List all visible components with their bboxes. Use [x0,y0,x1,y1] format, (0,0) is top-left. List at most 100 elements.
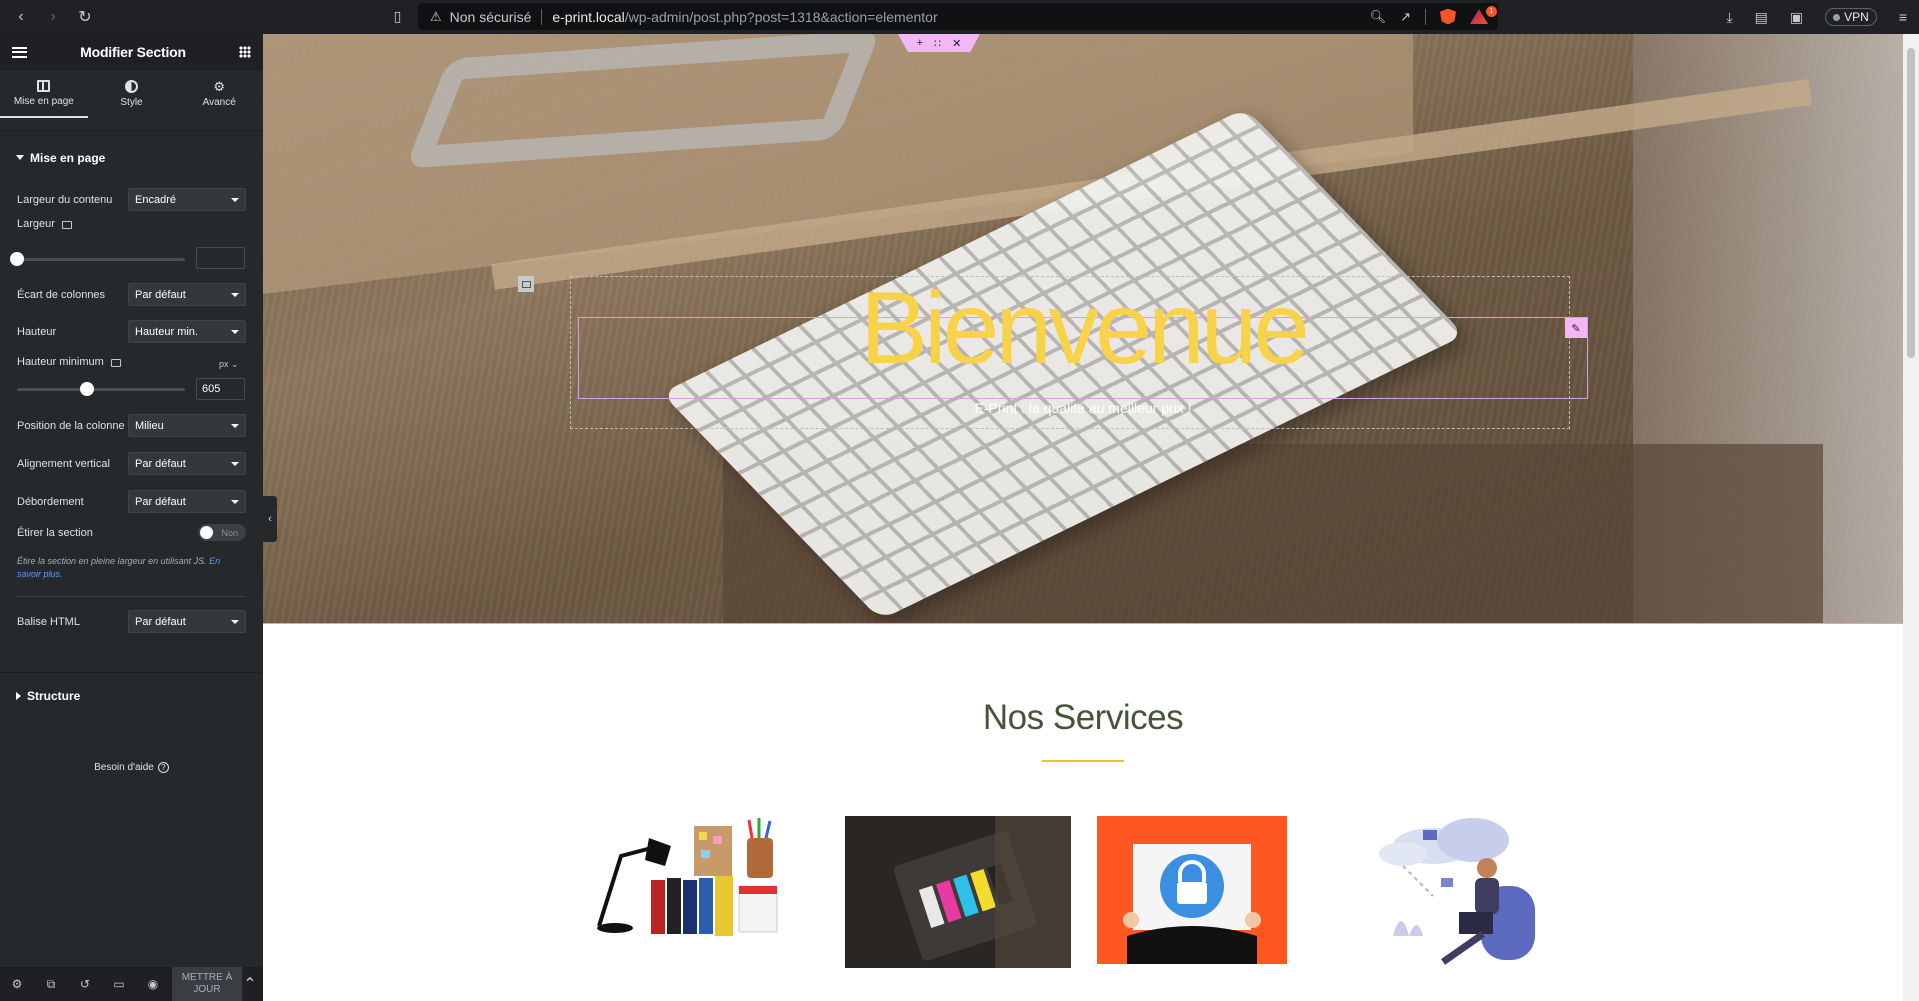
page-scrollbar[interactable] [1903,34,1919,1001]
control-html-tag: Balise HTML Par défaut [17,610,246,633]
wallet-icon[interactable]: ▣ [1790,9,1803,26]
dropdown-arrow-icon [231,619,239,624]
caret-down-icon [16,155,24,160]
contrast-icon [125,80,138,93]
control-column-gap: Écart de colonnes Par défaut [17,283,246,306]
rewards-badge: 1 [1486,6,1497,17]
control-vertical-align: Alignement vertical Par défaut [17,452,246,475]
column-gap-select[interactable]: Par défaut [128,283,246,306]
panel-footer: ⚙ ⧉ ↺ ▭ ◉ METTRE À JOUR ⌃ [0,967,263,1001]
min-height-input[interactable]: 605 [196,378,245,400]
dropdown-arrow-icon [231,499,239,504]
panel-title: Modifier Section [80,44,186,60]
widgets-grid-icon[interactable] [238,46,251,58]
column-handle[interactable] [518,276,534,292]
responsive-mode-icon[interactable]: ▭ [102,967,136,1001]
chevron-up-icon[interactable]: ⌃ [241,967,259,1001]
share-icon[interactable]: ↗ [1400,9,1411,25]
control-min-height: Hauteur minimum [17,356,246,368]
control-column-position: Position de la colonne Milieu [17,414,246,437]
cloud-computing-image[interactable] [1363,816,1543,972]
width-slider-handle[interactable] [10,252,24,266]
layout-icon [37,79,51,92]
vertical-align-select[interactable]: Par défaut [128,452,246,475]
overflow-select[interactable]: Par défaut [128,490,246,513]
back-button[interactable]: ‹ [6,2,36,32]
settings-icon[interactable]: ⚙ [0,967,34,1001]
download-icon[interactable]: ⤓ [1726,9,1732,26]
navigator-layers-icon[interactable]: ⧉ [34,967,68,1001]
url-path: /wp-admin/post.php?post=1318&action=elem… [624,8,938,25]
services-title[interactable]: Nos Services [263,698,1903,738]
desktop-icon[interactable] [61,221,72,229]
bookmark-icon[interactable]: ▯ [384,3,411,30]
drag-handle-icon[interactable]: ∷ [934,37,941,50]
panel-header: Modifier Section [0,34,263,70]
sidebar-icon[interactable]: ▤ [1755,9,1768,26]
hamburger-menu-icon[interactable] [12,46,27,58]
history-icon[interactable]: ↺ [68,967,102,1001]
update-button[interactable]: METTRE À JOUR [172,967,242,1001]
dropdown-arrow-icon [231,197,239,202]
html-tag-select[interactable]: Par défaut [128,610,246,633]
control-stretch-section: Étirer la section Non [17,524,246,541]
width-input[interactable] [196,247,245,269]
section-handle[interactable]: + ∷ ✕ [898,34,980,52]
brave-shields-icon[interactable] [1440,8,1456,25]
help-link[interactable]: Besoin d'aide? [0,762,263,773]
scrollbar-thumb[interactable] [1907,48,1915,358]
zoom-icon[interactable]: 🔍︎ [1370,9,1387,25]
dropdown-arrow-icon [231,461,239,466]
forward-button[interactable]: › [38,2,68,32]
stretch-toggle[interactable]: Non [198,524,246,541]
dropdown-arrow-icon [231,292,239,297]
add-section-icon[interactable]: + [917,37,923,49]
url-host: e-print.local [552,8,625,25]
caret-right-icon [16,691,21,700]
vpn-button[interactable]: VPN [1825,8,1877,26]
security-lock-image[interactable] [1097,816,1287,964]
address-bar[interactable]: ▯ ⚠ Non sécurisé e-print.local/wp-admin/… [394,3,1498,30]
section-structure-toggle[interactable]: Structure [0,672,263,718]
control-overflow: Débordement Par défaut [17,490,246,513]
edit-pencil-icon[interactable]: ✎ [1565,318,1587,338]
hero-title[interactable]: Bienvenue [263,270,1903,387]
security-label: Non sécurisé [449,8,532,25]
office-supplies-image[interactable] [589,816,797,972]
section-layout-toggle[interactable]: Mise en page [0,130,263,184]
control-width: Largeur [17,218,246,230]
gear-icon: ⚙ [213,79,225,94]
stretch-description: Étire la section en pleine largeur en ut… [17,556,221,579]
content-width-select[interactable]: Encadré [128,188,246,211]
question-icon: ? [157,762,169,773]
column-position-select[interactable]: Milieu [128,414,246,437]
menu-icon[interactable]: ≡ [1899,9,1907,25]
services-divider [1042,760,1124,762]
control-content-width: Largeur du contenu Encadré [17,188,246,211]
tab-style[interactable]: Style [88,70,176,118]
collapse-panel-button[interactable]: ‹ [263,496,277,542]
panel-tabs: Mise en page Style ⚙ Avancé [0,70,263,118]
control-height: Hauteur Hauteur min. [17,320,246,343]
column-icon [521,280,531,288]
warning-icon: ⚠ [430,8,442,24]
delete-section-icon[interactable]: ✕ [952,37,961,50]
preview-eye-icon[interactable]: ◉ [136,967,170,1001]
desktop-icon[interactable] [110,359,121,367]
height-select[interactable]: Hauteur min. [128,320,246,343]
hero-subtitle[interactable]: E-Print : la qualité au meilleur prix ! [263,400,1903,416]
reload-button[interactable]: ↻ [70,2,100,32]
width-slider[interactable] [10,252,185,266]
elementor-panel: Modifier Section Mise en page Style ⚙ Av… [0,34,263,1001]
dropdown-arrow-icon [231,329,239,334]
unit-selector[interactable]: px ⌄ [219,359,239,370]
browser-toolbar: ‹ › ↻ ▯ ⚠ Non sécurisé e-print.local/wp-… [0,0,1919,34]
min-height-slider-handle[interactable] [80,382,94,396]
printer-cartridges-image[interactable] [845,816,1071,968]
tab-layout[interactable]: Mise en page [0,70,88,118]
min-height-slider[interactable] [17,382,185,396]
dropdown-arrow-icon [231,423,239,428]
tab-advanced[interactable]: ⚙ Avancé [175,70,263,118]
preview-canvas: + ∷ ✕ ✎ Bienvenue E-Print : la qualité a… [263,34,1903,1001]
vpn-status-icon [1833,13,1841,21]
